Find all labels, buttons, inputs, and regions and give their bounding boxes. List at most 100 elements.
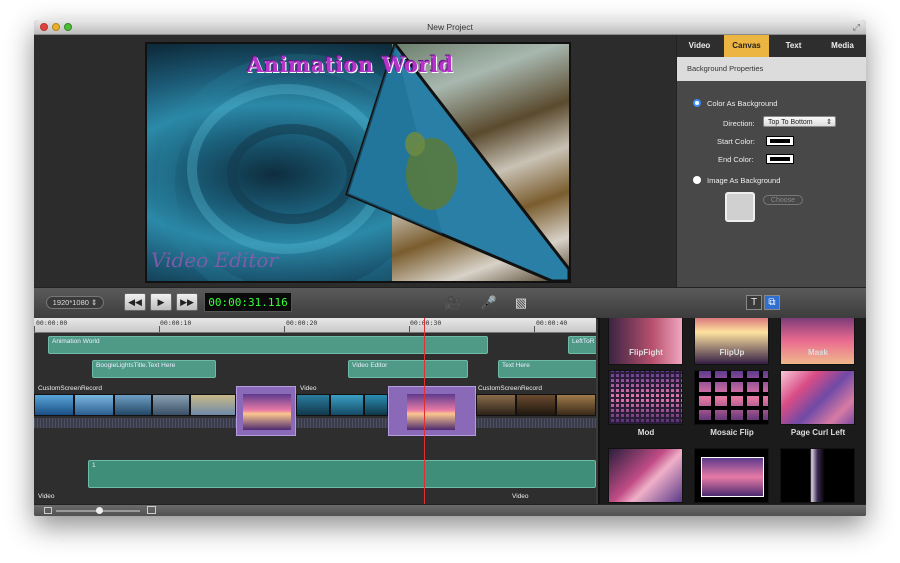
zoom-in-icon[interactable] (147, 506, 156, 514)
ruler-tick (284, 326, 285, 332)
clip-thumbnail (556, 394, 596, 416)
rewind-icon: ◀◀ (128, 297, 142, 307)
clip-thumbnail (74, 394, 114, 416)
window-title: New Project (427, 22, 473, 32)
transition-mode-icon[interactable]: ⧉ (764, 295, 780, 310)
title-bar: New Project ⤢ (34, 20, 866, 35)
image-background-radio[interactable] (693, 176, 701, 184)
transition-library: FlipFight FlipUp Mask Mod Mosaic Flip Pa… (598, 318, 866, 504)
fast-forward-button[interactable]: ▶▶ (176, 293, 198, 311)
playhead[interactable] (424, 318, 425, 504)
color-background-radio[interactable] (693, 99, 701, 107)
stepper-icon: ⇕ (826, 119, 832, 126)
zoom-out-icon[interactable] (44, 507, 52, 514)
clip-thumbnail (152, 394, 190, 416)
text-clip[interactable]: Video Editor (348, 360, 468, 378)
rewind-button[interactable]: ◀◀ (124, 293, 146, 311)
direction-value: Top To Bottom (768, 119, 813, 126)
ruler-tick (159, 326, 160, 332)
preview-area: Animation World Video Editor (34, 35, 676, 287)
properties-tabs: Video Canvas Text Media (677, 35, 866, 57)
text-mode-icon[interactable]: T (746, 295, 762, 310)
transition-thumb-inner (701, 457, 764, 497)
play-icon: ▶ (157, 297, 165, 307)
video-clip-label: CustomScreenRecord (478, 385, 542, 392)
zoom-slider-knob[interactable] (96, 507, 103, 514)
transition-thumb-mask[interactable] (780, 318, 855, 365)
direction-label: Direction: (723, 119, 755, 128)
playback-control-bar: 1920*1080 ⇕ ◀◀ ▶ ▶▶ 00:00:31.116 🎥 🎤 ▧ T… (34, 287, 866, 319)
video-track-thumbnails[interactable] (34, 394, 596, 418)
end-color-swatch[interactable] (766, 154, 794, 164)
transition-label: FlipUp (719, 348, 745, 357)
start-color-label: Start Color: (717, 137, 755, 146)
fast-forward-icon: ▶▶ (180, 297, 194, 307)
timeline[interactable]: 00:00:00 00:00:10 00:00:20 00:00:30 00:0… (34, 318, 596, 504)
transition-label: Mod (637, 428, 655, 437)
clip-thumbnail (516, 394, 556, 416)
video-clip-label: Video (300, 385, 317, 392)
screen-capture-icon[interactable]: ▧ (512, 294, 530, 312)
ruler-label: 00:00:20 (286, 319, 318, 327)
transition-label: Mask (807, 348, 828, 357)
tab-media[interactable]: Media (818, 35, 866, 57)
play-button[interactable]: ▶ (150, 293, 172, 311)
text-clip[interactable]: LeftToR (568, 336, 596, 354)
video-audio-waveform (34, 418, 596, 428)
ruler-tick (409, 326, 410, 332)
ruler-tick (534, 326, 535, 332)
audio-track[interactable]: 1 (88, 460, 596, 488)
page-curl-overlay (345, 44, 569, 281)
text-clip[interactable]: Animation World (48, 336, 488, 354)
overlay-title-text: Animation World (247, 52, 454, 77)
start-color-swatch[interactable] (766, 136, 794, 146)
app-window: New Project ⤢ Animation World Video Edit… (34, 20, 866, 516)
transition-block[interactable] (388, 386, 476, 436)
clip-thumbnail (296, 394, 330, 416)
transition-thumbnail (407, 394, 455, 430)
text-clip[interactable]: BoogieLightsTitle.Text Here (92, 360, 216, 378)
clip-thumbnail (34, 394, 74, 416)
transition-thumb-mod[interactable] (608, 370, 683, 425)
microphone-record-icon[interactable]: 🎤 (480, 294, 498, 312)
transition-thumb[interactable] (780, 448, 855, 503)
choose-image-button[interactable]: Choose (763, 195, 803, 205)
video-clip-label: Video (512, 493, 529, 500)
text-clip[interactable]: Text Here (498, 360, 596, 378)
transition-thumb-flipfight[interactable] (608, 318, 683, 365)
clip-thumbnail (114, 394, 152, 416)
tab-text[interactable]: Text (771, 35, 816, 57)
transition-thumb-mosaic-flip[interactable] (694, 370, 769, 425)
camera-record-icon[interactable]: 🎥 (444, 294, 462, 312)
ruler-label: 00:00:00 (36, 319, 68, 327)
ruler-tick (34, 326, 35, 332)
transition-label: Page Curl Left (790, 428, 846, 437)
stepper-icon: ⇕ (91, 298, 98, 307)
tab-canvas[interactable]: Canvas (724, 35, 769, 57)
video-preview[interactable]: Animation World Video Editor (145, 42, 571, 283)
video-clip-label: CustomScreenRecord (38, 385, 102, 392)
clip-thumbnail (476, 394, 516, 416)
end-color-label: End Color: (718, 155, 754, 164)
color-background-label: Color As Background (707, 99, 778, 108)
transition-thumb[interactable] (608, 448, 683, 503)
clip-thumbnail (364, 394, 388, 416)
transition-thumbnail (243, 394, 291, 430)
transition-thumb-page-curl-left[interactable] (780, 370, 855, 425)
timeline-zoom-bar (34, 504, 866, 516)
transition-thumb-flipup[interactable] (694, 318, 769, 365)
clip-thumbnail (190, 394, 236, 416)
resolution-value: 1920*1080 (52, 298, 89, 307)
transition-thumb[interactable] (694, 448, 769, 503)
resolution-select[interactable]: 1920*1080 ⇕ (46, 296, 104, 309)
timecode-display: 00:00:31.116 (204, 292, 292, 312)
properties-panel: Video Canvas Text Media Background Prope… (676, 35, 866, 287)
tab-video[interactable]: Video (677, 35, 722, 57)
ruler-label: 00:00:40 (536, 319, 568, 327)
time-ruler[interactable]: 00:00:00 00:00:10 00:00:20 00:00:30 00:0… (34, 318, 596, 333)
clip-thumbnail (330, 394, 364, 416)
fullscreen-icon[interactable]: ⤢ (853, 22, 860, 33)
transition-block[interactable] (236, 386, 296, 436)
direction-select[interactable]: Top To Bottom ⇕ (763, 116, 836, 127)
background-image-well[interactable] (725, 192, 755, 222)
